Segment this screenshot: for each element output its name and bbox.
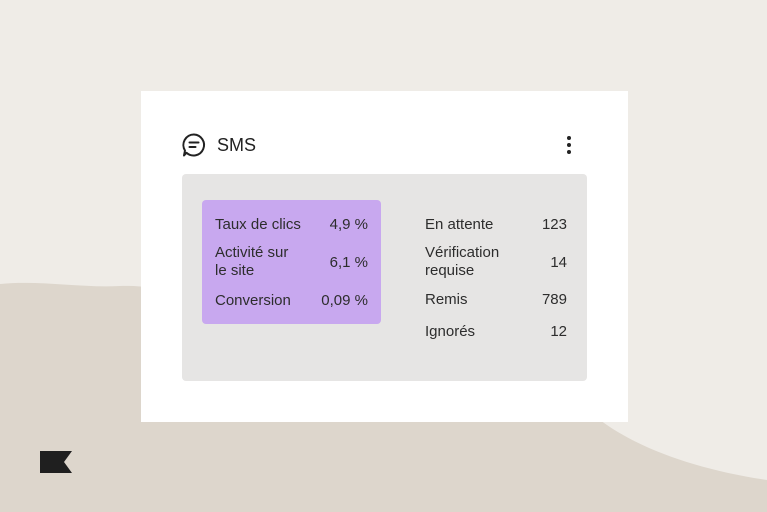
flag-logo-icon [40,451,72,473]
status-value: 12 [550,323,567,340]
engagement-metrics-highlight: Taux de clics 4,9 % Activité sur le site… [202,200,381,324]
more-vertical-icon-dot [567,143,571,147]
more-vertical-icon-dot [567,150,571,154]
metric-value: 0,09 % [321,292,368,309]
status-label-line-2: requise [425,262,475,279]
metric-label: Taux de clics [215,216,301,233]
status-value: 123 [541,216,567,233]
metrics-panel: Taux de clics 4,9 % Activité sur le site… [182,174,587,381]
status-value: 14 [550,254,567,271]
metric-label-line-2: le site [215,262,255,279]
sms-stats-card: SMS Taux de clics 4,9 % Activité sur le … [141,91,628,422]
more-options-button[interactable] [559,131,579,159]
status-value: 789 [541,291,567,308]
more-vertical-icon [567,136,571,140]
card-title: SMS [217,135,257,155]
chat-bubble-icon [182,133,206,157]
card-header: SMS [181,131,589,159]
status-label: Ignorés [425,323,476,340]
status-label-line-1: Vérification [425,244,500,261]
metric-value: 6,1 % [329,254,368,271]
status-label: En attente [425,216,494,233]
metric-label: Conversion [215,292,291,309]
status-label: Remis [425,291,468,308]
metric-value: 4,9 % [329,216,368,233]
metric-row-site-activity: Activité sur le site 6,1 % [215,244,368,280]
status-row-verification: Vérification requise 14 [425,244,567,280]
metric-label-line-1: Activité sur [215,244,289,261]
